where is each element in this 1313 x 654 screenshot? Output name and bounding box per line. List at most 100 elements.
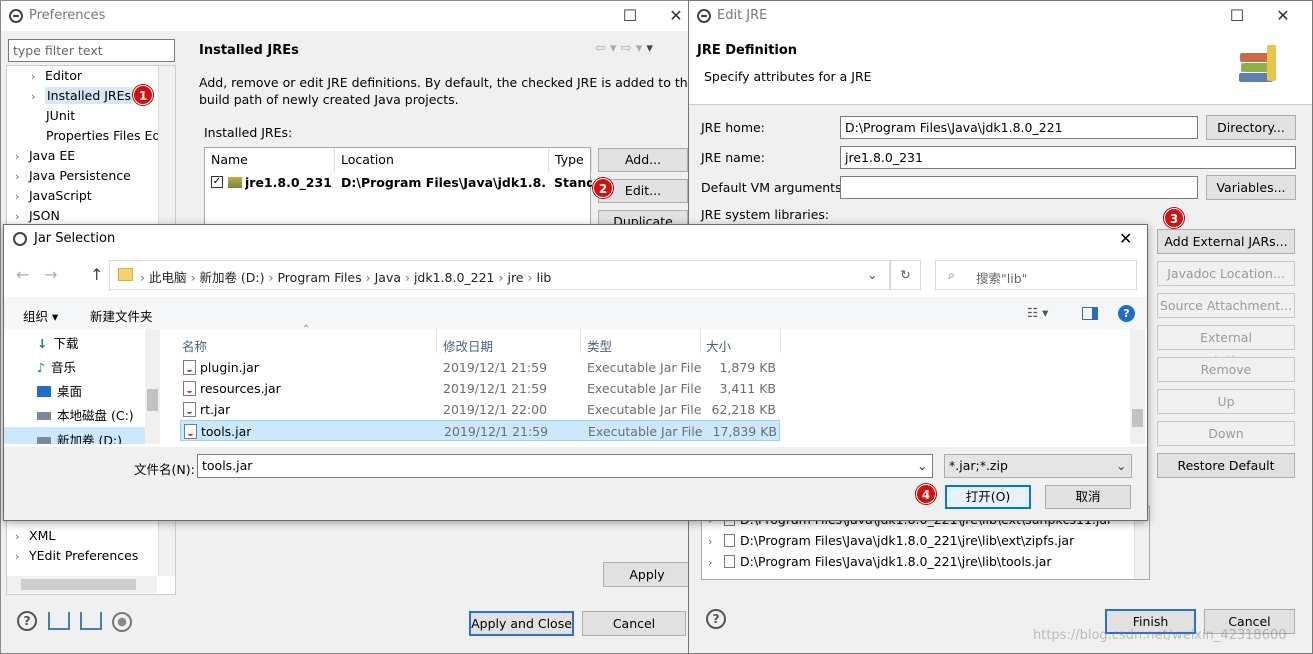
- nav-label: 桌面: [57, 384, 83, 399]
- open-button[interactable]: 打开(O): [945, 485, 1031, 509]
- breadcrumb-item[interactable]: 新加卷 (D:): [199, 270, 264, 285]
- breadcrumb-item[interactable]: Java: [375, 270, 401, 285]
- search-icon: ⌕: [948, 267, 956, 282]
- tree-item-installed-jres[interactable]: › Installed JREs: [31, 87, 134, 104]
- variables-button[interactable]: Variables...: [1206, 175, 1296, 200]
- add-external-jars-button[interactable]: Add External JARs...: [1157, 229, 1295, 254]
- file-type: Executable Jar File: [587, 402, 702, 417]
- file-date: 2019/12/1 22:00: [443, 402, 548, 417]
- help-icon[interactable]: ?: [706, 609, 726, 629]
- tree-hscrollbar[interactable]: [7, 576, 157, 593]
- file-list-scrollbar[interactable]: [1130, 329, 1145, 444]
- close-button[interactable]: ✕: [1119, 229, 1132, 248]
- up-button[interactable]: Up: [1157, 389, 1295, 414]
- column-header-type[interactable]: 类型: [587, 336, 612, 355]
- column-header-date[interactable]: 修改日期: [443, 336, 493, 355]
- breadcrumb-item[interactable]: jre: [507, 270, 523, 285]
- tree-item-editor[interactable]: › Editor: [31, 68, 82, 83]
- preview-pane-icon[interactable]: [1082, 307, 1098, 320]
- tree-item-javascript[interactable]: › JavaScript: [15, 188, 92, 203]
- nav-label: 新加卷 (D:): [57, 433, 123, 444]
- file-type-filter[interactable]: *.jar;*.zip: [944, 454, 1132, 478]
- nav-item-downloads[interactable]: ↓ 下载: [37, 333, 79, 352]
- maximize-button[interactable]: ☐: [607, 1, 653, 31]
- tree-item-xml[interactable]: › XML: [15, 528, 55, 543]
- tree-item-java-persistence[interactable]: › Java Persistence: [15, 168, 131, 183]
- javadoc-location-button[interactable]: Javadoc Location...: [1157, 261, 1295, 286]
- remove-button[interactable]: Remove: [1157, 357, 1295, 382]
- forward-icon[interactable]: →: [44, 265, 57, 284]
- column-header-name[interactable]: 名称: [182, 336, 207, 355]
- close-button[interactable]: ✕: [1260, 1, 1306, 31]
- record-icon[interactable]: [112, 612, 132, 632]
- jre-name-field[interactable]: jre1.8.0_231: [840, 146, 1296, 169]
- tree-item-junit[interactable]: JUnit: [46, 108, 75, 123]
- jar-file-icon: [183, 381, 196, 396]
- header-divider: [780, 329, 781, 353]
- edit-jre-titlebar: Edit JRE ☐ ✕: [689, 1, 1312, 31]
- source-attachment-button[interactable]: Source Attachment...: [1157, 293, 1295, 318]
- jre-home-field[interactable]: D:\Program Files\Java\jdk1.8.0_221: [840, 116, 1198, 139]
- library-item[interactable]: ›D:\Program Files\Java\jdk1.8.0_221\jre\…: [708, 551, 1149, 572]
- breadcrumb-item[interactable]: lib: [536, 270, 551, 285]
- history-nav[interactable]: ⇦ ▾ ⇨ ▾ ▾: [595, 41, 653, 56]
- back-icon[interactable]: ←: [16, 265, 29, 284]
- export-icon[interactable]: [80, 612, 102, 630]
- help-icon[interactable]: ?: [1118, 305, 1135, 322]
- refresh-button[interactable]: ↻: [890, 260, 921, 290]
- file-row-selected[interactable]: tools.jar 2019/12/1 21:59 Executable Jar…: [180, 420, 780, 441]
- address-bar[interactable]: › 此电脑 › 新加卷 (D:) › Program Files › Java …: [109, 260, 890, 290]
- tree-item-yedit[interactable]: › YEdit Preferences: [15, 548, 138, 563]
- organize-button[interactable]: 组织 ▾: [23, 306, 58, 325]
- column-header[interactable]: Type: [549, 148, 592, 172]
- filter-dropdown-icon[interactable]: ⌄: [1116, 458, 1126, 473]
- nav-scrollbar[interactable]: [145, 329, 160, 444]
- dialog-heading: JRE Definition: [697, 43, 798, 58]
- view-options-icon[interactable]: ☷ ▾: [1027, 305, 1048, 320]
- add-jre-button[interactable]: Add...: [598, 148, 688, 172]
- checkbox[interactable]: ✓: [211, 176, 223, 188]
- file-row[interactable]: plugin.jar 2019/12/1 21:59 Executable Ja…: [180, 357, 780, 378]
- file-row[interactable]: resources.jar 2019/12/1 21:59 Executable…: [180, 378, 780, 399]
- preferences-cancel-button[interactable]: Cancel: [582, 611, 686, 636]
- restore-default-button[interactable]: Restore Default: [1157, 453, 1295, 478]
- tree-label: Installed JREs: [45, 87, 134, 104]
- nav-item-drive-c[interactable]: 本地磁盘 (C:): [37, 405, 134, 424]
- jar-file-icon: [183, 402, 196, 417]
- new-folder-button[interactable]: 新建文件夹: [90, 306, 153, 325]
- tree-item-json[interactable]: › JSON: [15, 208, 60, 223]
- nav-item-music[interactable]: ♪ 音乐: [37, 357, 76, 376]
- tree-item-properties[interactable]: Properties Files Edi: [46, 128, 158, 143]
- column-header[interactable]: Location: [335, 148, 549, 172]
- filter-input[interactable]: type filter text: [8, 39, 175, 62]
- search-input[interactable]: ⌕ 搜索"lib": [935, 260, 1137, 290]
- breadcrumb-item[interactable]: Program Files: [277, 270, 361, 285]
- nav-item-drive-d[interactable]: 新加卷 (D:): [4, 427, 149, 444]
- apply-and-close-button[interactable]: Apply and Close: [469, 611, 574, 636]
- library-item[interactable]: ›D:\Program Files\Java\jdk1.8.0_221\jre\…: [708, 530, 1149, 551]
- filename-dropdown-icon[interactable]: ⌄: [917, 458, 927, 473]
- file-name: rt.jar: [183, 399, 230, 420]
- jar-cancel-button[interactable]: 取消: [1045, 485, 1131, 509]
- down-button[interactable]: Down: [1157, 421, 1295, 446]
- external-annotations-button[interactable]: External annotations...: [1157, 325, 1295, 368]
- tree-item-java-ee[interactable]: › Java EE: [15, 148, 75, 163]
- breadcrumb-item[interactable]: jdk1.8.0_221: [414, 270, 495, 285]
- toolbar: [4, 297, 1147, 329]
- header-divider: [700, 329, 701, 353]
- nav-item-desktop[interactable]: 桌面: [37, 381, 82, 400]
- import-icon[interactable]: [48, 612, 70, 630]
- file-row[interactable]: rt.jar 2019/12/1 22:00 Executable Jar Fi…: [180, 399, 780, 420]
- maximize-button[interactable]: ☐: [1214, 1, 1260, 31]
- table-row[interactable]: ✓ jre1.8.0_231 ... D:\Program Files\Java…: [205, 172, 592, 193]
- vm-args-field[interactable]: [840, 176, 1198, 199]
- column-header[interactable]: Name: [205, 148, 335, 172]
- directory-button[interactable]: Directory...: [1206, 115, 1296, 140]
- filename-field[interactable]: tools.jar: [197, 454, 933, 478]
- apply-button[interactable]: Apply: [603, 562, 691, 587]
- column-header-size[interactable]: 大小: [706, 336, 731, 355]
- breadcrumb-item[interactable]: 此电脑: [149, 270, 187, 285]
- help-icon[interactable]: ?: [17, 611, 37, 631]
- up-icon[interactable]: ↑: [90, 265, 103, 284]
- history-dropdown-icon[interactable]: ⌄: [867, 267, 877, 282]
